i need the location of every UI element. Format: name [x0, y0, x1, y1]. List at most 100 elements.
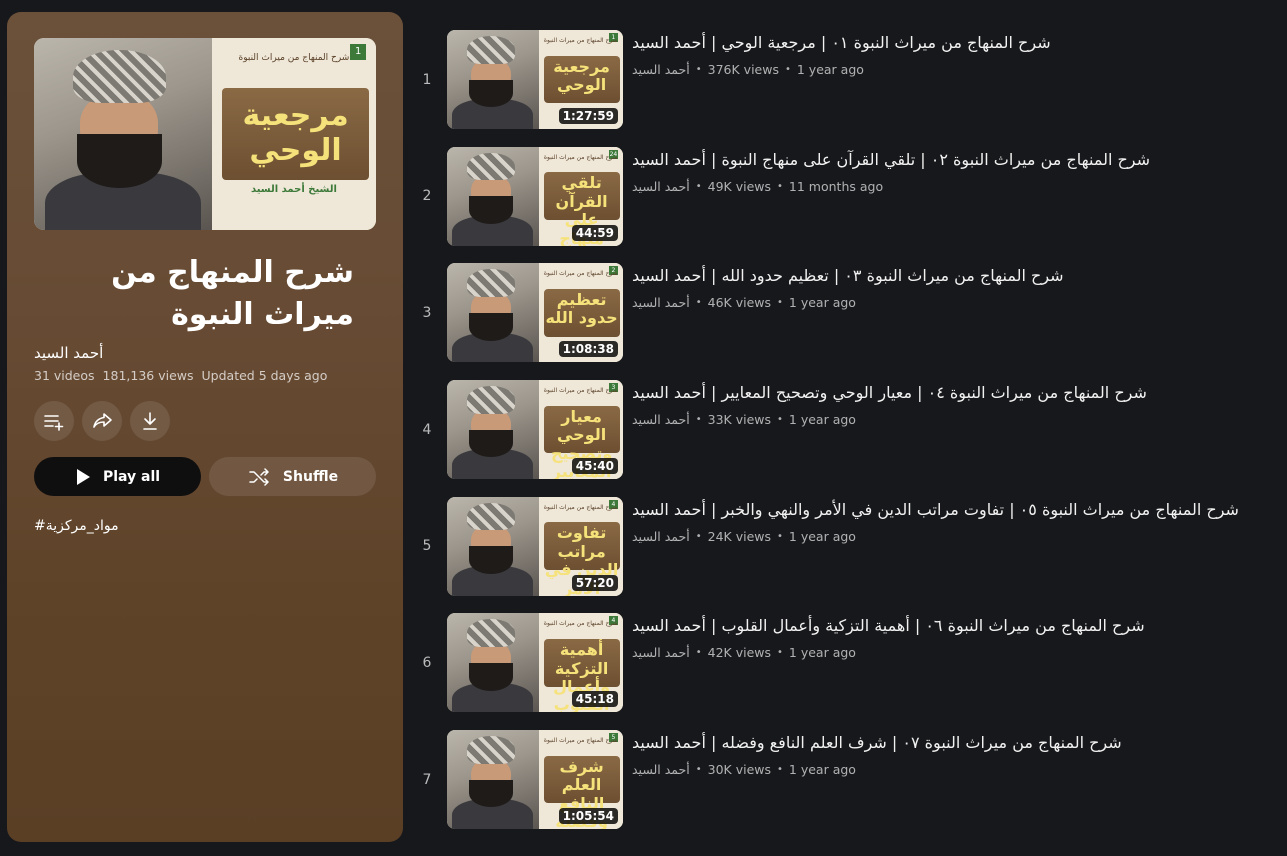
video-index: 4 [422, 421, 432, 438]
separator-dot: • [695, 414, 702, 426]
video-channel[interactable]: أحمد السيد [632, 412, 690, 427]
thumbnail-series-title: شرح المنهاج من ميراث النبوة [543, 270, 618, 278]
video-index: 7 [422, 771, 432, 788]
video-row[interactable]: 1 1 شرح المنهاج من ميراث النبوة مرجعية ا… [412, 30, 1282, 147]
speaker-portrait [447, 146, 539, 246]
video-row[interactable]: 2 24 شرح المنهاج من ميراث النبوة تلقي ال… [412, 146, 1282, 264]
thumbnail-series-title: شرح المنهاج من ميراث النبوة [238, 53, 350, 64]
add-to-queue-button[interactable] [34, 401, 74, 441]
video-index: 2 [422, 188, 432, 205]
video-info: أحمد السيد • 33K views • 1 year ago [632, 412, 1282, 427]
hashtag-link[interactable]: #مواد_مركزية [34, 518, 376, 534]
thumbnail-big-text: تعظيم حدود الله [545, 290, 618, 328]
video-title[interactable]: شرح المنهاج من ميراث النبوة ٠٣ | تعظيم ح… [632, 265, 1282, 287]
video-channel[interactable]: أحمد السيد [632, 179, 690, 194]
thumbnail-series-title: شرح المنهاج من ميراث النبوة [543, 737, 618, 745]
separator-dot: • [695, 764, 702, 776]
separator-dot: • [695, 180, 702, 192]
updated-text: Updated 5 days ago [201, 368, 328, 383]
thumbnail-big-text: مرجعية الوحي [553, 56, 610, 95]
separator-dot: • [695, 297, 702, 309]
separator-dot: • [695, 64, 702, 75]
video-thumbnail[interactable]: 5 شرح المنهاج من ميراث النبوة شرف العلم … [447, 730, 623, 830]
video-index: 6 [422, 654, 432, 671]
video-duration: 45:40 [571, 458, 618, 475]
shuffle-label: Shuffle [282, 468, 339, 485]
video-thumbnail[interactable]: 24 شرح المنهاج من ميراث النبوة تلقي القر… [447, 146, 623, 246]
video-channel[interactable]: أحمد السيد [632, 295, 690, 310]
speaker-portrait [34, 38, 212, 230]
video-thumbnail[interactable]: 2 شرح المنهاج من ميراث النبوة تعظيم حدود… [447, 263, 623, 363]
separator-dot: • [777, 647, 783, 659]
video-views: 49K views [707, 178, 772, 194]
video-meta: شرح المنهاج من ميراث النبوة ٠٣ | تعظيم ح… [632, 265, 1282, 310]
playlist-stats: 31 videos 181,136 views Updated 5 days a… [34, 368, 376, 383]
video-title[interactable]: شرح المنهاج من ميراث النبوة ٠٢ | تلقي ال… [632, 149, 1282, 171]
video-duration: 44:59 [571, 224, 618, 241]
video-row[interactable]: 4 3 شرح المنهاج من ميراث النبوة معيار ال… [412, 380, 1282, 497]
video-thumbnail[interactable]: 4 شرح المنهاج من ميراث النبوة أهمية التز… [447, 613, 623, 713]
speaker-portrait [447, 380, 539, 480]
thumbnail-series-title: شرح المنهاج من ميراث النبوة [543, 386, 618, 394]
playback-buttons: Play all Shuffle [34, 457, 376, 496]
play-all-button[interactable]: Play all [34, 457, 201, 496]
video-duration: 1:27:59 [558, 108, 618, 124]
shuffle-button[interactable]: Shuffle [209, 457, 376, 496]
video-duration: 1:05:54 [558, 808, 618, 825]
video-channel[interactable]: أحمد السيد [632, 62, 690, 77]
video-index: 1 [422, 71, 432, 88]
video-thumbnail[interactable]: 1 شرح المنهاج من ميراث النبوة مرجعية الو… [447, 30, 623, 129]
video-channel[interactable]: أحمد السيد [632, 645, 690, 660]
video-count: 31 videos [34, 368, 95, 383]
video-index: 5 [422, 538, 432, 555]
playlist-title: شرح المنهاج من ميراث النبوة [111, 255, 354, 332]
video-title[interactable]: شرح المنهاج من ميراث النبوة ٠١ | مرجعية … [632, 32, 1282, 54]
video-row[interactable]: 5 4 شرح المنهاج من ميراث النبوة تفاوت مر… [412, 496, 1282, 614]
shuffle-icon [249, 467, 269, 486]
separator-dot: • [784, 64, 791, 75]
download-button[interactable] [130, 401, 170, 441]
video-info: أحمد السيد • 49K views • 11 months ago [632, 179, 1282, 194]
video-views: 24K views [707, 528, 772, 544]
playlist-header: 1 شرح المنهاج من ميراث النبوة مرجعية الو… [7, 12, 403, 842]
video-views: 46K views [707, 295, 772, 311]
video-duration: 57:20 [571, 574, 618, 591]
video-index: 3 [422, 304, 432, 321]
channel-name[interactable]: أحمد السيد [34, 344, 376, 362]
separator-dot: • [695, 530, 702, 542]
video-title[interactable]: شرح المنهاج من ميراث النبوة ٠٦ | أهمية ا… [632, 615, 1282, 637]
separator-dot: • [695, 647, 702, 659]
download-icon [143, 412, 157, 430]
video-row[interactable]: 6 4 شرح المنهاج من ميراث النبوة أهمية ال… [412, 613, 1282, 730]
share-icon [93, 413, 112, 428]
add-to-queue-icon [44, 415, 64, 431]
video-views: 42K views [707, 645, 772, 661]
video-duration: 1:08:38 [558, 341, 618, 358]
playlist-thumbnail[interactable]: 1 شرح المنهاج من ميراث النبوة مرجعية الو… [34, 38, 376, 230]
video-title[interactable]: شرح المنهاج من ميراث النبوة ٠٥ | تفاوت م… [632, 499, 1282, 521]
action-icons [34, 401, 376, 441]
thumbnail-series-title: شرح المنهاج من ميراث النبوة [543, 620, 618, 628]
video-info: أحمد السيد • 24K views • 1 year ago [632, 529, 1282, 544]
video-thumbnail[interactable]: 4 شرح المنهاج من ميراث النبوة تفاوت مرات… [447, 496, 623, 596]
separator-dot: • [777, 180, 783, 192]
play-icon [76, 468, 90, 485]
video-meta: شرح المنهاج من ميراث النبوة ٠٥ | تفاوت م… [632, 499, 1282, 544]
video-views: 33K views [707, 412, 772, 428]
video-channel[interactable]: أحمد السيد [632, 762, 690, 777]
video-age: 1 year ago [788, 412, 856, 428]
video-meta: شرح المنهاج من ميراث النبوة ٠٦ | أهمية ا… [632, 615, 1282, 660]
video-row[interactable]: 7 5 شرح المنهاج من ميراث النبوة شرف العل… [412, 730, 1282, 847]
video-age: 11 months ago [788, 178, 884, 194]
video-info: أحمد السيد • 30K views • 1 year ago [632, 762, 1282, 777]
video-views: 30K views [707, 762, 772, 778]
video-channel[interactable]: أحمد السيد [632, 529, 690, 544]
share-button[interactable] [82, 401, 122, 441]
video-title[interactable]: شرح المنهاج من ميراث النبوة ٠٧ | شرف الع… [632, 732, 1282, 754]
video-row[interactable]: 3 2 شرح المنهاج من ميراث النبوة تعظيم حد… [412, 263, 1282, 380]
video-title[interactable]: شرح المنهاج من ميراث النبوة ٠٤ | معيار ا… [632, 382, 1282, 404]
speaker-portrait [447, 30, 539, 129]
video-thumbnail[interactable]: 3 شرح المنهاج من ميراث النبوة معيار الوح… [447, 380, 623, 480]
play-all-label: Play all [102, 468, 161, 485]
separator-dot: • [777, 530, 783, 542]
